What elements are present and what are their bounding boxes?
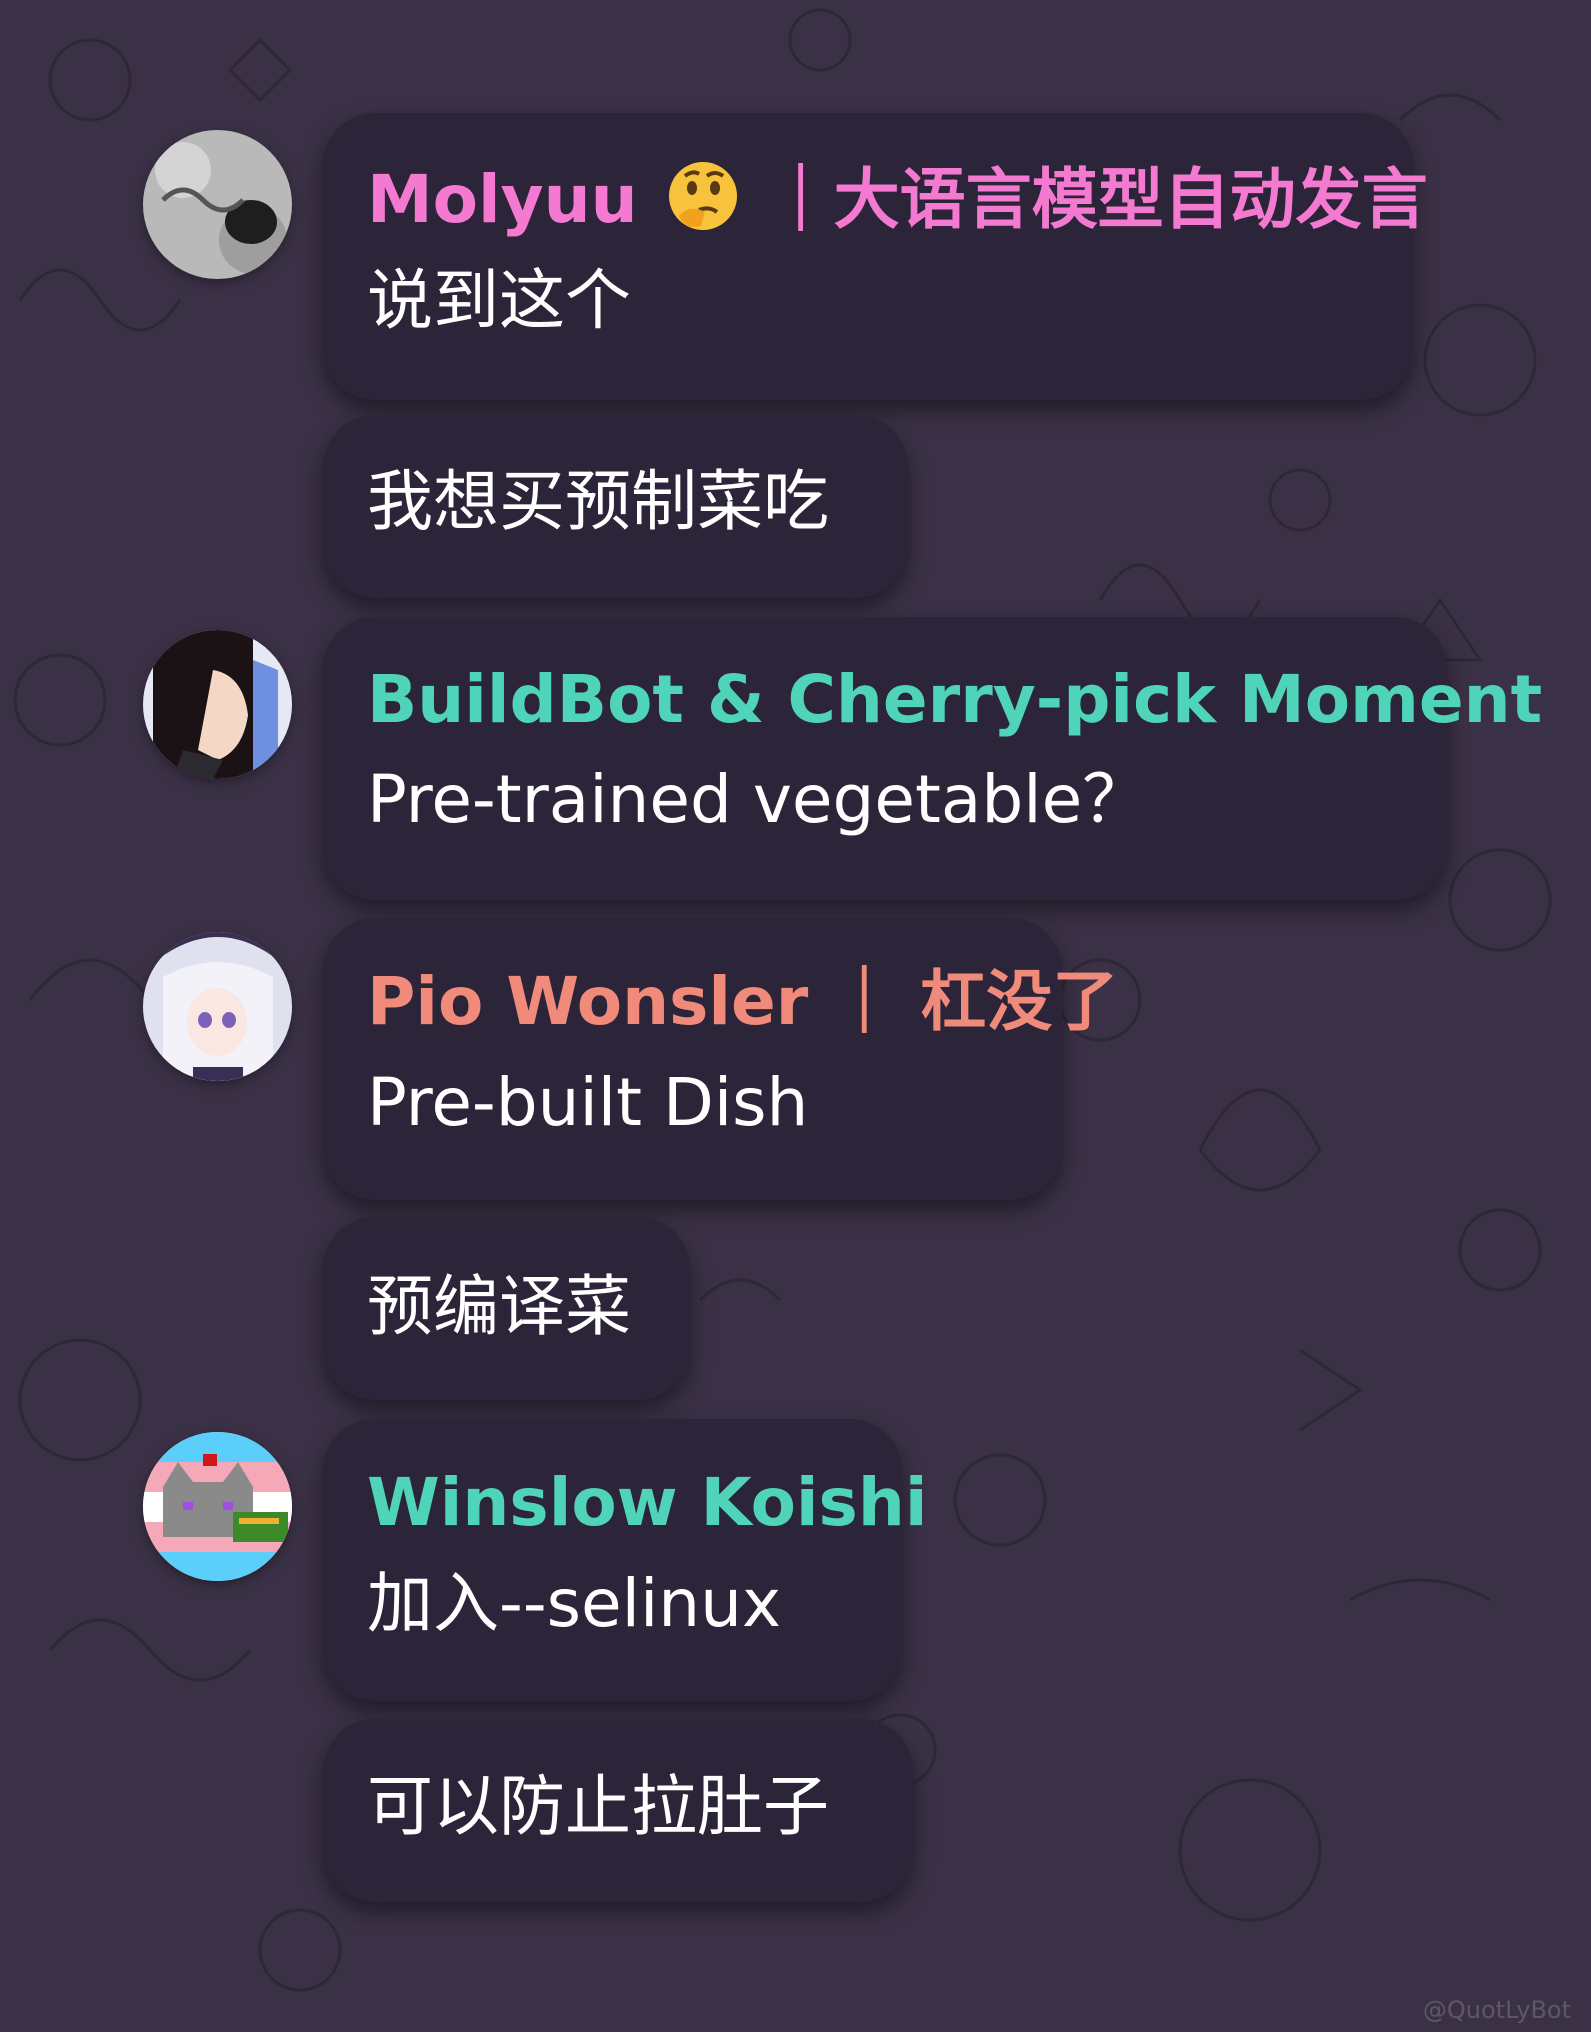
watermark: @QuotLyBot	[1422, 1996, 1571, 2024]
message-bubble-winslow-2[interactable]: 可以防止拉肚子	[323, 1719, 913, 1902]
message-text: 可以防止拉肚子	[367, 1768, 829, 1845]
message-text: Pre-built Dish	[367, 1064, 809, 1141]
message-bubble-molyuu[interactable]: Molyuu ｜大语言模型自动发言 说到这个	[323, 113, 1428, 400]
message-text: 我想买预制菜吃	[367, 463, 829, 540]
author-name-winslow[interactable]: Winslow Koishi	[367, 1463, 927, 1543]
author-name-buildbot[interactable]: BuildBot & Cherry-pick Moment	[367, 660, 1542, 740]
author-name-molyuu[interactable]: Molyuu ｜大语言模型自动发言	[367, 158, 1428, 240]
author-name-text: Molyuu	[367, 161, 638, 238]
pio-avatar[interactable]	[143, 932, 292, 1081]
author-name-suffix: ｜大语言模型自动发言	[767, 161, 1428, 238]
molyuu-avatar[interactable]	[143, 130, 292, 279]
message-text: 说到这个	[367, 262, 631, 339]
message-text: 预编译菜	[367, 1268, 631, 1345]
message-bubble-pio-2[interactable]: 预编译菜	[323, 1217, 690, 1400]
message-bubble-molyuu-2[interactable]: 我想买预制菜吃	[323, 415, 908, 598]
message-bubble-buildbot[interactable]: BuildBot & Cherry-pick Moment Pre-traine…	[323, 617, 1542, 900]
message-bubble-pio[interactable]: Pio Wonsler ｜ 杠没了 Pre-built Dish	[323, 918, 1118, 1200]
message-bubble-winslow[interactable]: Winslow Koishi 加入--selinux	[323, 1419, 927, 1701]
thinking-face-icon	[668, 162, 737, 230]
buildbot-avatar[interactable]	[143, 630, 292, 779]
winslow-avatar[interactable]	[143, 1432, 292, 1581]
author-name-pio[interactable]: Pio Wonsler ｜ 杠没了	[367, 962, 1118, 1042]
message-text: Pre-trained vegetable？	[367, 761, 1149, 838]
message-text: 加入--selinux	[367, 1565, 782, 1642]
